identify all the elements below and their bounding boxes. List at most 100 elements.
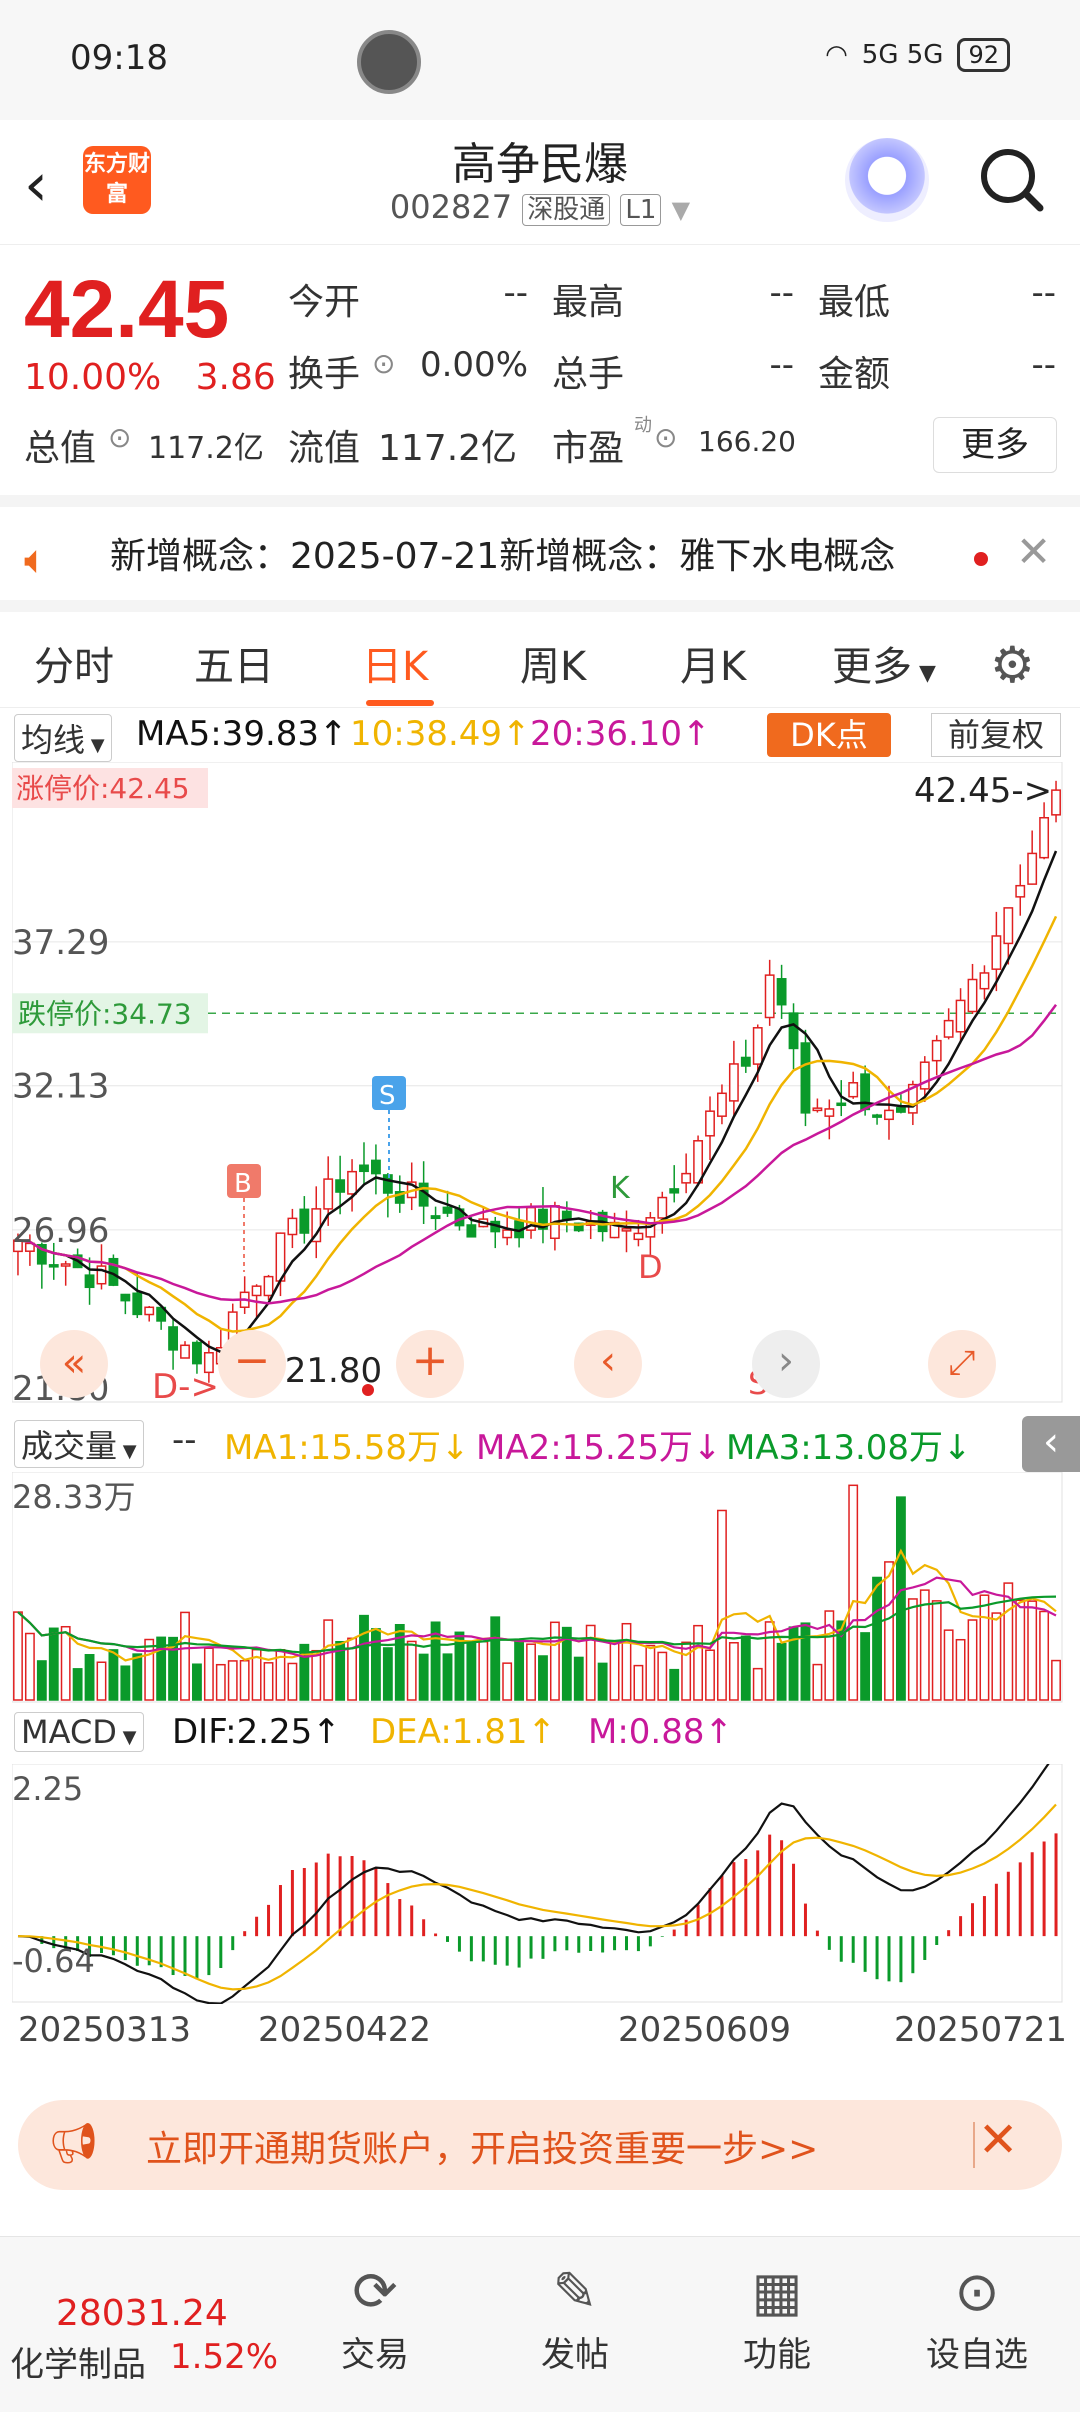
zoom-out-icon[interactable]: − (218, 1330, 286, 1398)
volume-bar (872, 1576, 882, 1701)
collapse-panel-icon[interactable]: ‹ (1022, 1416, 1080, 1472)
candle-body (669, 1188, 680, 1194)
trade-button[interactable]: ⟳ 交易 (310, 2257, 440, 2376)
volume-bar (752, 1667, 763, 1701)
volume-bar (442, 1653, 453, 1701)
high-value: -- (769, 273, 794, 313)
info-icon[interactable]: ⊙ (654, 421, 677, 454)
candle-body (740, 1056, 751, 1067)
tab-daily-k[interactable]: 日K (362, 634, 428, 692)
candle-body (1051, 789, 1061, 816)
volume-bar (466, 1642, 477, 1701)
close-icon[interactable]: ✕ (978, 2112, 1018, 2168)
megaphone-icon: 📢︎ (48, 2121, 99, 2167)
buy-marker-label: B (234, 1169, 252, 1199)
info-icon[interactable]: ⊙ (108, 421, 131, 454)
wifi-icon: ◠ (825, 40, 848, 70)
notice-bar[interactable]: 🔈︎ 新增概念：2025-07-21新增概念：雅下水电概念 ✕ (0, 495, 1080, 600)
adjust-mode-button[interactable]: 前复权 (931, 713, 1061, 757)
volume-bar (48, 1627, 59, 1701)
ma-selector-label: 均线 (21, 721, 86, 759)
chart-border (12, 762, 1063, 1403)
futures-ad-banner[interactable]: 📢︎ 立即开通期货账户，开启投资重要一步>> ✕ (18, 2100, 1062, 2190)
volume-bar (943, 1629, 954, 1701)
zoom-in-icon[interactable]: + (396, 1330, 464, 1398)
trade-label: 交易 (341, 2335, 409, 2375)
tab-more[interactable]: 更多 ▼ (832, 634, 936, 692)
candle-body (824, 1108, 835, 1117)
volume-selector[interactable]: 成交量 ▼ (14, 1420, 144, 1468)
candle-body (728, 1063, 739, 1102)
macd-selector[interactable]: MACD ▼ (14, 1712, 144, 1752)
prev-icon[interactable]: ‹ (574, 1330, 642, 1398)
volume-bar (800, 1622, 811, 1701)
candlestick-chart[interactable]: 37.2932.1326.9621.80涨停价:42.45跌停价:34.7342… (12, 762, 1068, 1410)
volume-bar (812, 1663, 823, 1701)
rewind-icon[interactable]: « (40, 1330, 108, 1398)
candle-body (657, 1196, 668, 1219)
ma20-text: 20:36.10 (530, 714, 683, 754)
volume-bar (609, 1641, 620, 1701)
macd-dif: DIF:2.25↑ (172, 1712, 341, 1752)
post-label: 发帖 (541, 2335, 609, 2375)
add-watchlist-button[interactable]: ⊙ 设自选 (912, 2257, 1042, 2376)
d-marker-label: D (638, 1248, 663, 1286)
candle-body (1039, 816, 1050, 859)
speaker-icon: 🔈︎ (24, 537, 48, 583)
candle-body (943, 1019, 954, 1038)
amount-value: -- (1031, 345, 1056, 385)
volume-bar (717, 1509, 727, 1701)
pe-value: 166.20 (698, 425, 796, 458)
volume-bar (573, 1656, 584, 1701)
candle-body (717, 1092, 727, 1117)
next-icon[interactable]: › (752, 1330, 820, 1398)
volume-bar (370, 1628, 381, 1701)
y-axis-label: 32.13 (12, 1067, 109, 1107)
tab-five-day[interactable]: 五日 (194, 634, 274, 692)
assistant-robot-icon[interactable] (845, 138, 929, 222)
tab-weekly-k[interactable]: 周K (520, 634, 586, 692)
post-button[interactable]: ✎ 发帖 (510, 2257, 640, 2376)
top-nav: ‹ 东方财富 高争民爆 002827 深股通 L1 ▼ (0, 120, 1080, 245)
dk-point-button[interactable]: DK点 (767, 713, 891, 757)
stock-code: 002827 (389, 188, 513, 226)
ma-selector[interactable]: 均线 ▼ (14, 714, 112, 762)
volume-bar (860, 1632, 871, 1701)
close-icon[interactable]: ✕ (1016, 527, 1051, 576)
search-icon[interactable] (976, 144, 1046, 214)
volume-label: 总手 (552, 354, 625, 395)
more-button[interactable]: 更多 (933, 417, 1057, 473)
divider (973, 2122, 975, 2168)
tab-monthly-k[interactable]: 月K (680, 634, 746, 692)
volume-bar (227, 1660, 238, 1701)
yen-exchange-icon: ⟳ (352, 2260, 398, 2323)
status-time: 09:18 (70, 38, 168, 78)
gear-icon[interactable]: ⚙ (990, 636, 1035, 694)
fullscreen-icon[interactable]: ⤢ (928, 1330, 996, 1398)
candle-body (466, 1224, 477, 1238)
turnover-label: 换手 (288, 354, 361, 395)
amount-label: 金额 (818, 354, 891, 395)
limit-down-tag: 跌停价:34.73 (18, 997, 192, 1030)
tab-intraday[interactable]: 分时 (34, 634, 114, 692)
ma-indicator-row: 均线 ▼ MA5:39.83↑ 10:38.49↑ 20:36.10↑ DK点 … (0, 710, 1080, 762)
function-button[interactable]: ▦ 功能 (712, 2257, 842, 2376)
date-label: 20250422 (258, 2010, 432, 2050)
candle-body (263, 1275, 274, 1297)
volume-bar (585, 1624, 596, 1701)
open-value: -- (503, 273, 528, 313)
volume-bar (693, 1624, 704, 1701)
open-label: 今开 (288, 282, 361, 323)
volume-bar (895, 1496, 906, 1701)
volume-bar (60, 1625, 71, 1701)
date-label: 20250609 (618, 2010, 792, 2050)
candle-body (502, 1229, 513, 1239)
volume-selector-label: 成交量 (21, 1427, 118, 1465)
volume-bar (621, 1622, 632, 1701)
volume-bar (406, 1640, 417, 1701)
info-icon[interactable]: ⊙ (372, 347, 395, 380)
status-app-avatar (357, 30, 421, 94)
watchlist-label: 设自选 (926, 2335, 1028, 2375)
candle-body (872, 1114, 882, 1118)
volume-bar (740, 1635, 751, 1701)
